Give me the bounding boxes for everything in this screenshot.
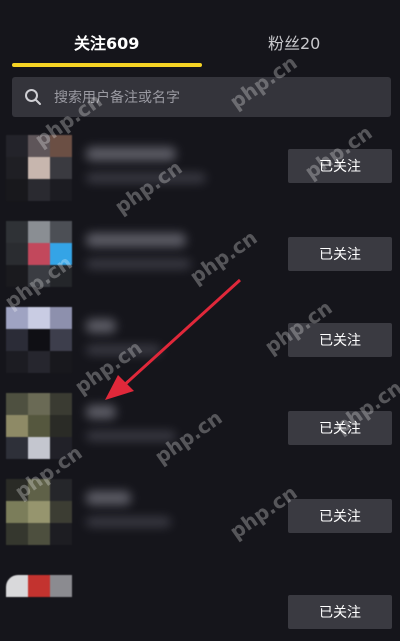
list-item[interactable]: 已关注 [0, 555, 400, 641]
active-tab-indicator [12, 63, 202, 67]
list-item[interactable]: 已关注 [0, 469, 400, 555]
arrow-annotation [105, 278, 242, 400]
search-input[interactable] [52, 77, 386, 119]
followed-button[interactable]: 已关注 [288, 149, 392, 183]
avatar[interactable] [6, 393, 72, 459]
avatar[interactable] [6, 221, 72, 287]
search-icon [25, 89, 41, 105]
list-item[interactable]: 已关注 [0, 125, 400, 211]
tab-fans[interactable]: 粉丝20 [268, 30, 320, 54]
search-bar[interactable] [12, 77, 391, 119]
avatar[interactable] [6, 307, 72, 373]
user-description [86, 517, 171, 527]
username [86, 491, 131, 505]
user-description [86, 431, 176, 441]
username [86, 405, 116, 419]
user-description [86, 173, 206, 183]
followed-button[interactable]: 已关注 [288, 595, 392, 629]
username [86, 233, 186, 247]
username [86, 147, 176, 161]
followed-button[interactable]: 已关注 [288, 323, 392, 357]
followed-button[interactable]: 已关注 [288, 411, 392, 445]
tab-bar: 关注609 粉丝20 [0, 0, 400, 70]
avatar[interactable] [6, 135, 72, 201]
avatar[interactable] [6, 479, 72, 545]
followed-button[interactable]: 已关注 [288, 237, 392, 271]
followed-button[interactable]: 已关注 [288, 499, 392, 533]
user-description [86, 259, 191, 269]
tab-following[interactable]: 关注609 [74, 30, 139, 54]
avatar[interactable] [6, 575, 72, 641]
